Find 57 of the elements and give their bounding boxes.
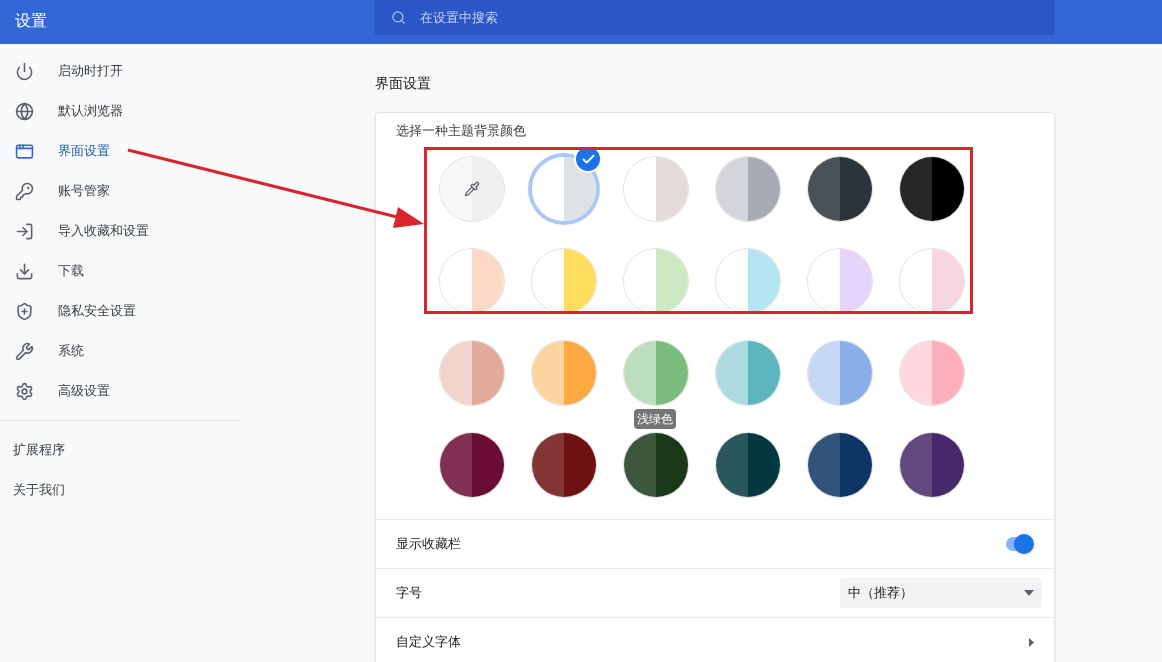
sign-in-icon — [15, 221, 34, 241]
color-swatch[interactable] — [624, 433, 688, 497]
chevron-right-icon[interactable] — [1029, 637, 1034, 647]
color-swatch[interactable] — [532, 341, 596, 405]
download-icon — [15, 261, 34, 281]
tooltip: 浅绿色 — [634, 409, 676, 429]
color-swatch[interactable] — [440, 157, 504, 221]
color-swatch[interactable] — [716, 157, 780, 221]
color-swatch[interactable] — [532, 433, 596, 497]
setting-label: 字号 — [396, 584, 422, 603]
color-swatch[interactable] — [716, 249, 780, 313]
sidebar-link[interactable]: 扩展程序 — [0, 430, 240, 470]
shield-icon — [15, 301, 34, 321]
power-icon — [15, 61, 34, 81]
sidebar-item[interactable]: 导入收藏和设置 — [0, 211, 240, 251]
browser-window-icon — [15, 141, 34, 161]
color-swatch[interactable] — [900, 341, 964, 405]
sidebar-item[interactable]: 高级设置 — [0, 371, 240, 411]
key-icon — [15, 181, 34, 201]
setting-label: 显示收藏栏 — [396, 535, 461, 554]
color-swatch[interactable] — [900, 157, 964, 221]
color-swatch[interactable] — [900, 433, 964, 497]
sidebar-item[interactable]: 系统 — [0, 331, 240, 371]
page-title: 设置 — [15, 11, 48, 31]
search-icon — [391, 10, 406, 25]
sidebar-item[interactable]: 账号管家 — [0, 171, 240, 211]
search-field[interactable]: 在设置中搜索 — [375, 0, 1055, 35]
color-swatch[interactable] — [440, 433, 504, 497]
globe-icon — [15, 101, 34, 121]
color-swatch[interactable] — [900, 249, 964, 313]
color-swatch[interactable] — [624, 249, 688, 313]
theme-label: 选择一种主题背景颜色 — [396, 123, 526, 138]
color-swatch[interactable] — [532, 157, 596, 221]
color-swatch[interactable] — [716, 341, 780, 405]
setting-label: 自定义字体 — [396, 633, 461, 652]
sidebar-item[interactable]: 界面设置 — [0, 131, 240, 171]
color-swatch[interactable] — [808, 433, 872, 497]
color-swatch[interactable] — [532, 249, 596, 313]
color-swatch[interactable] — [440, 341, 504, 405]
sidebar-item[interactable]: 默认浏览器 — [0, 91, 240, 131]
color-swatch[interactable] — [808, 249, 872, 313]
color-swatch[interactable] — [808, 341, 872, 405]
settings-icon — [15, 381, 34, 401]
sidebar-item[interactable]: 下载 — [0, 251, 240, 291]
section-title: 界面设置 — [375, 74, 432, 93]
font-size-select[interactable]: 中（推荐） — [840, 578, 1042, 608]
sidebar-item[interactable]: 隐私安全设置 — [0, 291, 240, 331]
color-swatch[interactable] — [716, 433, 780, 497]
wrench-icon — [15, 341, 34, 361]
color-swatch[interactable] — [624, 157, 688, 221]
eyedropper-icon — [464, 181, 480, 197]
color-swatch[interactable] — [808, 157, 872, 221]
color-swatch[interactable] — [624, 341, 688, 405]
color-swatch[interactable] — [440, 249, 504, 313]
sidebar-link[interactable]: 关于我们 — [0, 470, 240, 510]
sidebar-item[interactable]: 启动时打开 — [0, 51, 240, 91]
dropdown-caret-icon — [1024, 590, 1034, 596]
